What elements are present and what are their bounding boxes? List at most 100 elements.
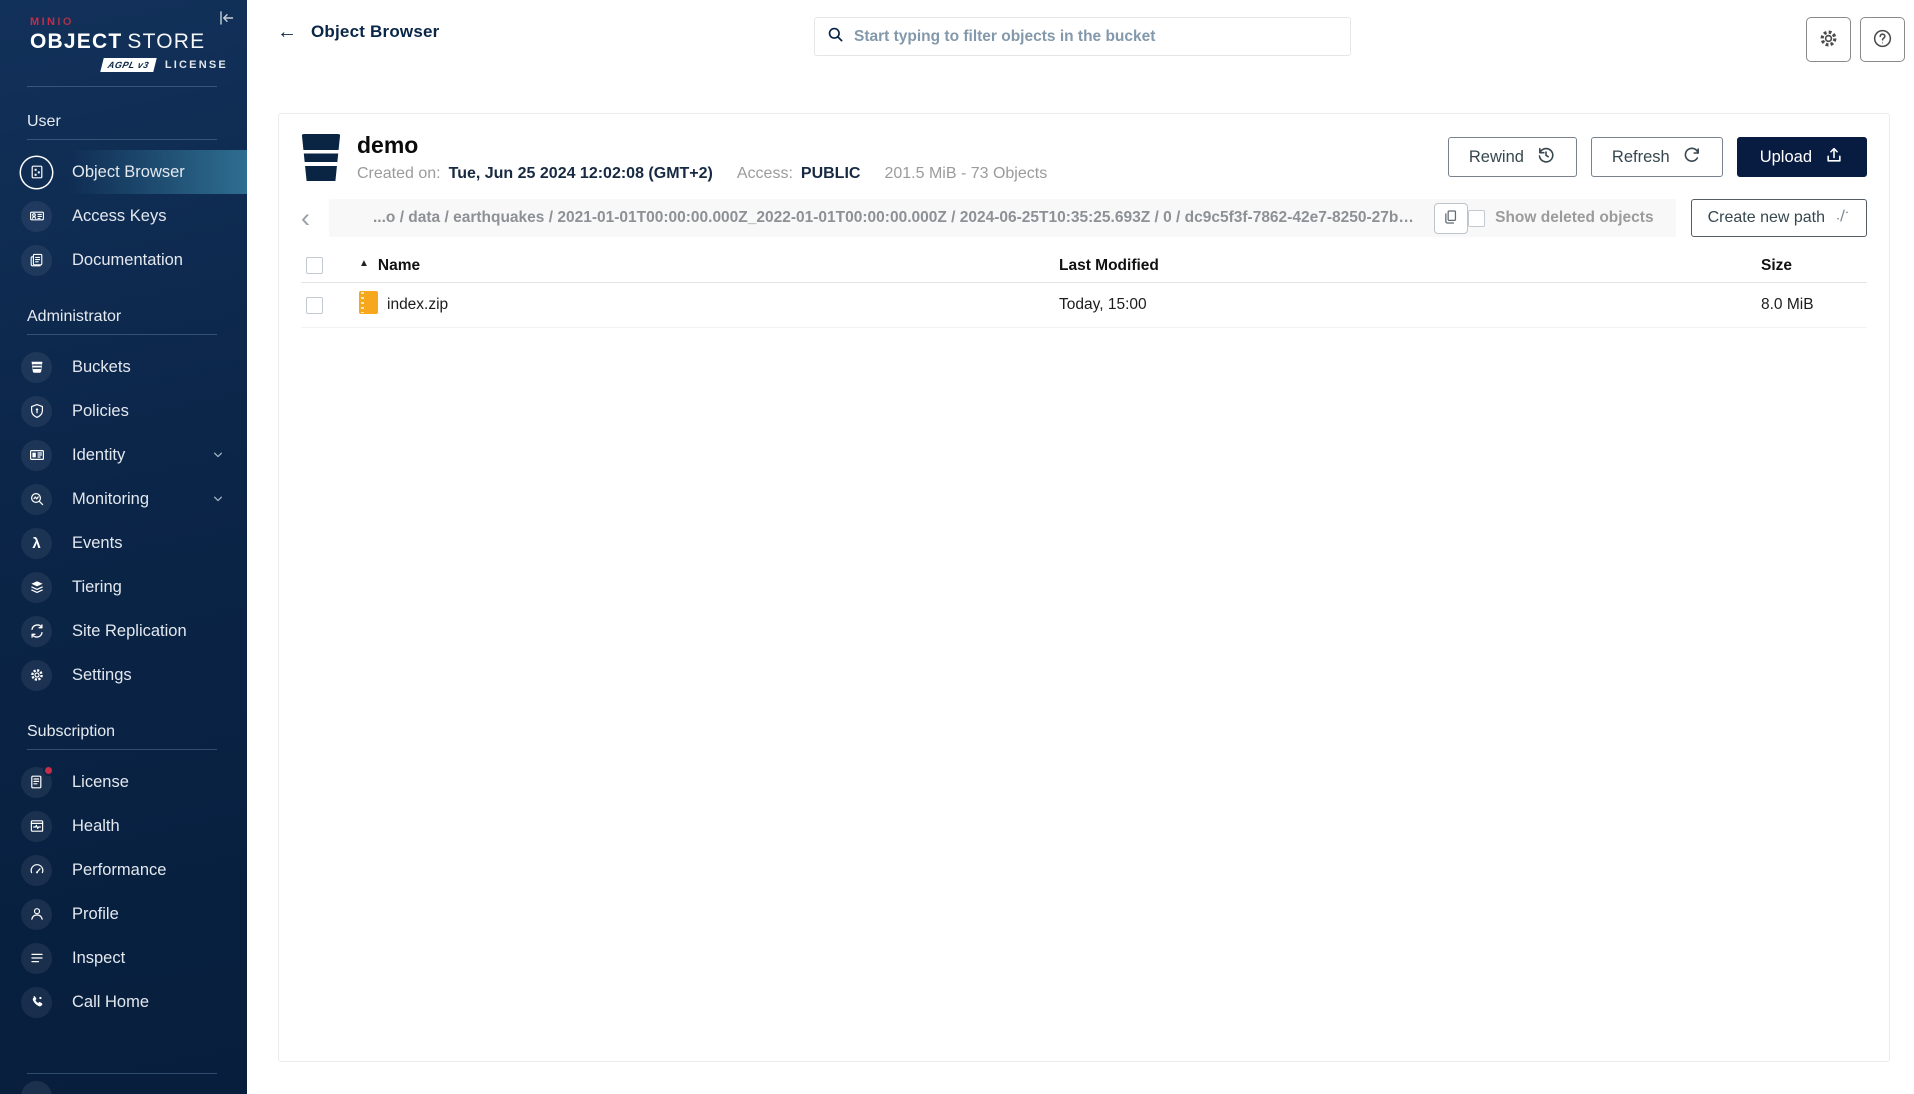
sidebar-item-label: Object Browser (72, 162, 185, 181)
section-divider (27, 334, 217, 335)
sidebar-item-inspect[interactable]: Inspect (0, 936, 247, 980)
section-divider (27, 749, 217, 750)
sidebar-item-events[interactable]: λ Events (0, 521, 247, 565)
rewind-button[interactable]: Rewind (1447, 137, 1577, 177)
sidebar-item-label: Inspect (72, 948, 126, 967)
refresh-icon (1682, 145, 1702, 170)
health-icon (21, 810, 52, 842)
sidebar-item-settings[interactable]: Settings (0, 653, 247, 697)
sidebar-item-label: Health (72, 816, 120, 835)
object-size: 8.0 MiB (1761, 296, 1814, 313)
sidebar-item-label: Call Home (72, 992, 150, 1011)
path-row: ‹ ...o / data / earthquakes / 2021-01-01… (301, 199, 1867, 237)
documentation-icon (21, 244, 52, 276)
create-new-path-button[interactable]: Create new path (1690, 199, 1867, 237)
sidebar-item-documentation[interactable]: Documentation (0, 238, 247, 282)
profile-icon (21, 898, 52, 930)
bucket-header: demo Created on: Tue, Jun 25 2024 12:02:… (301, 132, 1867, 183)
column-header-last-modified: Last Modified (1059, 256, 1159, 274)
settings-button[interactable] (1806, 17, 1851, 62)
sidebar-item-tiering[interactable]: Tiering (0, 565, 247, 609)
section-label-subscription: Subscription (27, 723, 116, 740)
bucket-card: demo Created on: Tue, Jun 25 2024 12:02:… (278, 113, 1890, 1062)
zip-file-icon (359, 291, 378, 319)
bucket-meta: Created on: Tue, Jun 25 2024 12:02:08 (G… (357, 165, 1047, 183)
site-replication-icon (21, 615, 52, 647)
chevron-down-icon (211, 448, 225, 462)
sidebar-item-label: Monitoring (72, 489, 150, 508)
sidebar-item-site-replication[interactable]: Site Replication (0, 609, 247, 653)
bucket-name: demo (357, 132, 419, 158)
sidebar-item-label: Site Replication (72, 621, 187, 640)
upload-button[interactable]: Upload (1736, 137, 1867, 177)
page-title: Object Browser (311, 22, 440, 41)
created-value: Tue, Jun 25 2024 12:02:08 (GMT+2) (448, 165, 713, 182)
copy-path-button[interactable] (1434, 202, 1469, 234)
license-label: LICENSE (164, 59, 228, 71)
policies-icon (21, 395, 52, 427)
refresh-button[interactable]: Refresh (1590, 137, 1723, 177)
chevron-down-icon (211, 492, 225, 506)
sidebar-item-monitoring[interactable]: Monitoring (0, 477, 247, 521)
sidebar: MINIO OBJECT STORE AGPL v3 LICENSE User Ob… (0, 0, 247, 1094)
minio-logo: MINIO OBJECT STORE AGPL v3 LICENSE (0, 0, 247, 72)
created-label: Created on: (357, 165, 441, 182)
sidebar-item-identity[interactable]: Identity (0, 433, 247, 477)
inspect-icon (21, 942, 52, 974)
object-table: ▲ Name Last Modified Size index.zip Today… (301, 249, 1867, 328)
identity-icon (21, 439, 52, 471)
sidebar-item-label: Buckets (72, 357, 131, 376)
collapse-sidebar-icon (216, 10, 236, 31)
collapse-sidebar-button[interactable] (214, 7, 238, 31)
sidebar-item-label: Events (72, 533, 123, 552)
product-text: OBJECT STORE (30, 30, 206, 53)
show-deleted-checkbox[interactable] (1468, 209, 1486, 227)
back-arrow-icon[interactable]: ← (277, 22, 297, 42)
settings-gear-icon (1817, 27, 1840, 53)
agpl-badge: AGPL v3 (100, 58, 157, 72)
sidebar-item-performance[interactable]: Performance (0, 848, 247, 892)
breadcrumb-bar: ...o / data / earthquakes / 2021-01-01T0… (329, 199, 1676, 237)
help-button[interactable] (1860, 17, 1905, 62)
row-checkbox[interactable] (306, 296, 323, 314)
sidebar-item-label: Policies (72, 401, 129, 420)
monitoring-icon (21, 483, 52, 515)
column-header-name[interactable]: ▲ Name (359, 257, 1059, 275)
show-deleted-label: Show deleted objects (1495, 209, 1654, 226)
section-label-administrator: Administrator (27, 308, 122, 325)
sidebar-bottom-divider (27, 1073, 217, 1074)
object-browser-icon (21, 157, 52, 188)
settings-icon (21, 659, 52, 691)
bucket-icon (301, 134, 341, 181)
sidebar-item-object-browser[interactable]: Object Browser (0, 150, 247, 194)
bucket-usage: 201.5 MiB - 73 Objects (884, 165, 1048, 182)
sidebar-item-profile[interactable]: Profile (0, 892, 247, 936)
search-box[interactable] (814, 17, 1351, 56)
search-input[interactable] (854, 27, 1338, 46)
events-icon: λ (21, 527, 52, 559)
license-alert-dot (43, 764, 54, 776)
breadcrumb[interactable]: ...o / data / earthquakes / 2021-01-01T0… (373, 209, 1422, 227)
sort-asc-icon: ▲ (359, 258, 369, 269)
sidebar-item-call-home[interactable]: Call Home (0, 980, 247, 1024)
sidebar-item-policies[interactable]: Policies (0, 389, 247, 433)
object-name[interactable]: index.zip (387, 296, 448, 314)
rewind-icon (1536, 145, 1556, 170)
logo-divider (27, 86, 217, 87)
table-row[interactable]: index.zip Today, 15:00 8.0 MiB (301, 283, 1867, 328)
access-label: Access: (736, 165, 793, 182)
search-icon (827, 26, 844, 48)
sidebar-item-buckets[interactable]: Buckets (0, 345, 247, 389)
sidebar-item-license[interactable]: License (0, 760, 247, 804)
access-keys-icon (21, 200, 52, 232)
sidebar-item-access-keys[interactable]: Access Keys (0, 194, 247, 238)
path-back-button[interactable]: ‹ (301, 204, 329, 231)
object-last-modified: Today, 15:00 (1059, 296, 1147, 313)
select-all-checkbox[interactable] (306, 257, 323, 274)
upload-icon (1824, 145, 1844, 170)
sidebar-item-label: Identity (72, 445, 126, 464)
section-divider (27, 139, 217, 140)
call-home-icon (21, 986, 52, 1018)
sidebar-item-health[interactable]: Health (0, 804, 247, 848)
sidebar-item-label: Access Keys (72, 206, 167, 225)
